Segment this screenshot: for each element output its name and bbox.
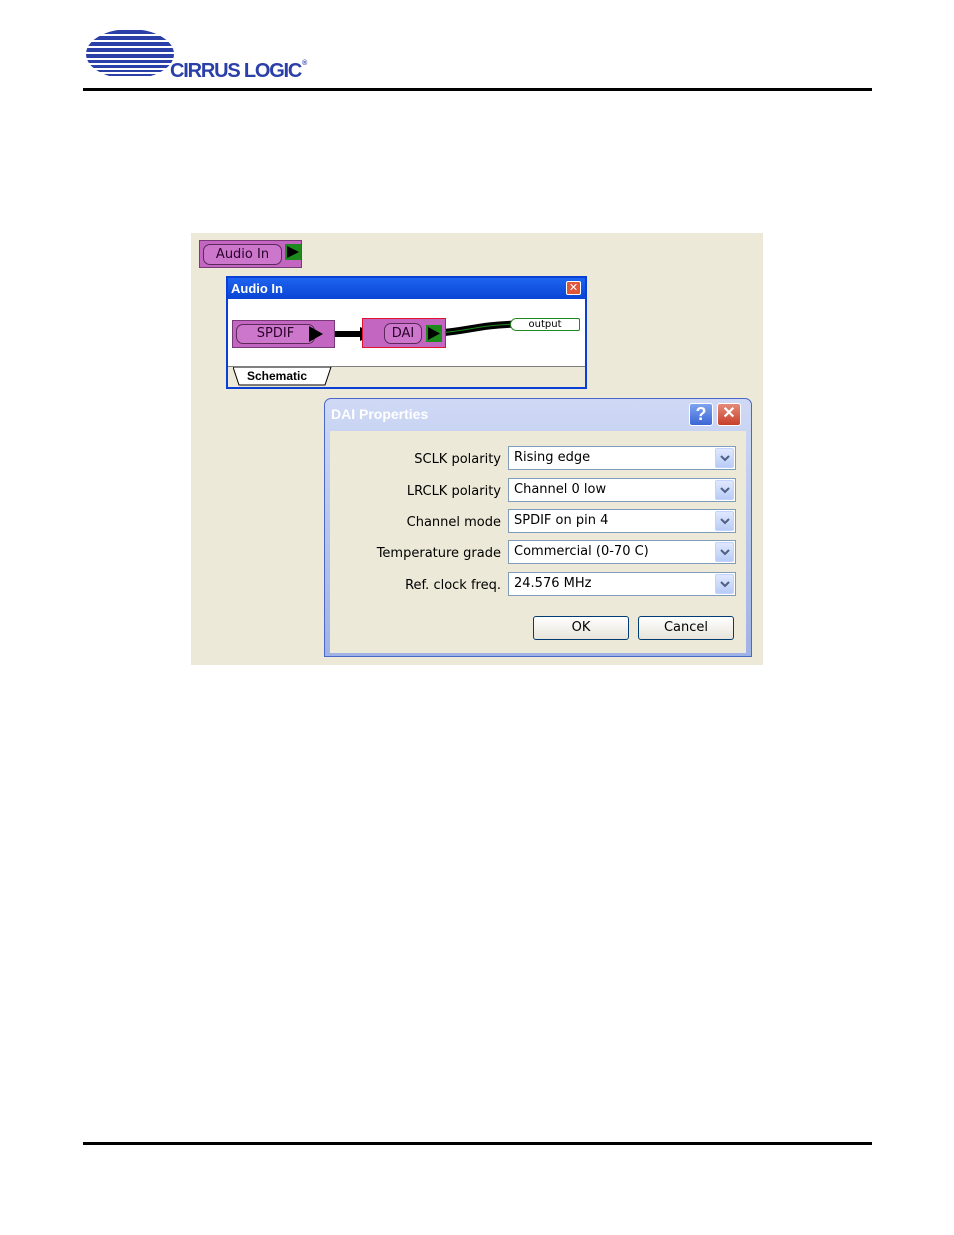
ok-button[interactable]: OK [533, 616, 629, 640]
port-arrow-icon[interactable] [285, 244, 301, 260]
field-lrclk-polarity: LRCLK polarity Channel 0 low [330, 478, 746, 504]
chevron-down-icon[interactable] [715, 448, 734, 468]
dialog-title: DAI Properties [331, 406, 429, 422]
screenshot-panel: Audio In Audio In ✕ SPDIF DAI output Sch… [191, 233, 763, 665]
logo-registered-mark: ® [302, 60, 308, 67]
audio-in-block[interactable]: Audio In [199, 240, 302, 268]
port-arrow-icon[interactable] [308, 325, 324, 343]
field-sclk-polarity: SCLK polarity Rising edge [330, 446, 746, 472]
spdif-block-label: SPDIF [236, 324, 315, 344]
chevron-down-icon[interactable] [715, 511, 734, 531]
field-label: Channel mode [406, 515, 501, 530]
dai-block-label: DAI [384, 323, 422, 344]
audio-in-block-label: Audio In [203, 244, 282, 265]
select-value: Rising edge [514, 450, 591, 465]
tab-schematic[interactable]: Schematic [233, 367, 333, 386]
tab-schematic-label: Schematic [247, 369, 308, 383]
chevron-down-icon[interactable] [715, 480, 734, 500]
field-label: Ref. clock freq. [405, 578, 501, 593]
field-label: Temperature grade [376, 546, 501, 561]
temperature-grade-select[interactable]: Commercial (0-70 C) [508, 540, 736, 564]
footer-rule [83, 1142, 872, 1145]
channel-mode-select[interactable]: SPDIF on pin 4 [508, 509, 736, 533]
close-icon[interactable]: ✕ [566, 281, 581, 295]
chevron-down-icon[interactable] [715, 574, 734, 594]
help-icon[interactable]: ? [689, 403, 713, 426]
select-value: SPDIF on pin 4 [514, 513, 609, 528]
cirrus-logic-logo-icon [86, 30, 174, 76]
cirrus-logic-logo: CIRRUS LOGIC® [84, 28, 324, 84]
field-channel-mode: Channel mode SPDIF on pin 4 [330, 509, 746, 535]
close-icon[interactable]: ✕ [717, 403, 741, 426]
field-label: SCLK polarity [414, 452, 501, 467]
header-rule [83, 88, 872, 91]
field-label: LRCLK polarity [406, 484, 501, 499]
logo-text: CIRRUS LOGIC [170, 60, 302, 82]
dai-block[interactable]: DAI [362, 318, 446, 348]
sclk-polarity-select[interactable]: Rising edge [508, 446, 736, 470]
select-value: 24.576 MHz [514, 576, 592, 591]
field-temperature-grade: Temperature grade Commercial (0-70 C) [330, 540, 746, 566]
chevron-down-icon[interactable] [715, 542, 734, 562]
select-value: Commercial (0-70 C) [514, 544, 649, 559]
field-ref-clock-freq: Ref. clock freq. 24.576 MHz [330, 572, 746, 598]
select-value: Channel 0 low [514, 482, 607, 497]
lrclk-polarity-select[interactable]: Channel 0 low [508, 478, 736, 502]
ref-clock-freq-select[interactable]: 24.576 MHz [508, 572, 736, 596]
audio-in-window-titlebar[interactable]: Audio In ✕ [228, 278, 585, 299]
output-pin[interactable]: output [510, 318, 580, 331]
audio-in-window: Audio In ✕ SPDIF DAI output Schematic [226, 276, 587, 389]
audio-in-window-title: Audio In [231, 281, 283, 296]
tab-strip: Schematic [228, 366, 585, 387]
cancel-button[interactable]: Cancel [638, 616, 734, 640]
schematic-canvas[interactable]: SPDIF DAI output [228, 299, 585, 366]
port-arrow-icon[interactable] [426, 325, 442, 342]
